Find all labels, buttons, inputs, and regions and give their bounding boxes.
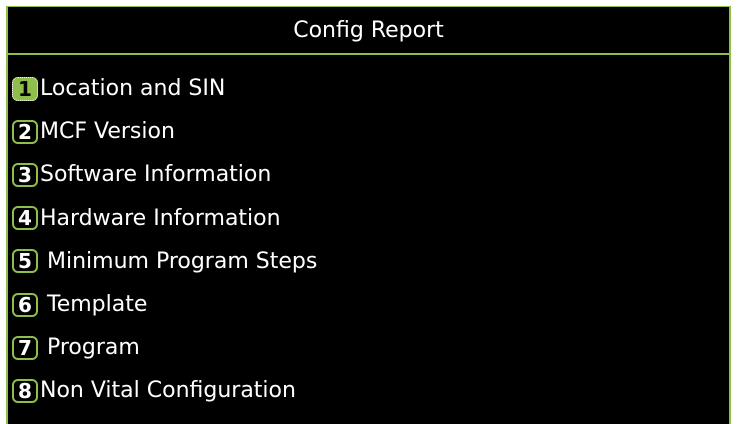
menu-item-location-and-sin[interactable]: 1 Location and SIN <box>12 67 729 110</box>
config-report-menu: 1 Location and SIN 2 MCF Version 3 Softw… <box>12 67 729 413</box>
menu-item-software-information[interactable]: 3 Software Information <box>12 153 729 196</box>
key-badge: 4 <box>12 206 38 231</box>
page-title: Config Report <box>8 7 729 55</box>
menu-item-label: Minimum Program Steps <box>40 248 318 274</box>
menu-item-label: Program <box>40 335 140 361</box>
menu-item-minimum-program-steps[interactable]: 5 Minimum Program Steps <box>12 240 729 283</box>
menu-item-template[interactable]: 6 Template <box>12 283 729 326</box>
menu-item-label: Hardware Information <box>40 205 281 231</box>
menu-item-mcf-version[interactable]: 2 MCF Version <box>12 110 729 153</box>
menu-item-non-vital-configuration[interactable]: 8 Non Vital Configuration <box>12 369 729 412</box>
menu-item-hardware-information[interactable]: 4 Hardware Information <box>12 197 729 240</box>
key-badge: 8 <box>12 378 38 403</box>
menu-item-label: Software Information <box>40 162 272 188</box>
menu-item-label: Template <box>40 292 148 318</box>
key-badge: 2 <box>12 119 38 144</box>
menu-item-label: Location and SIN <box>40 76 226 102</box>
key-badge: 5 <box>12 249 38 274</box>
key-badge: 6 <box>12 292 38 317</box>
key-badge: 3 <box>12 162 38 187</box>
menu-item-label: MCF Version <box>40 119 175 145</box>
config-report-screen: Config Report 1 Location and SIN 2 MCF V… <box>6 6 731 424</box>
menu-item-program[interactable]: 7 Program <box>12 326 729 369</box>
menu-item-label: Non Vital Configuration <box>40 378 296 404</box>
key-badge: 7 <box>12 335 38 360</box>
key-badge: 1 <box>12 76 38 101</box>
